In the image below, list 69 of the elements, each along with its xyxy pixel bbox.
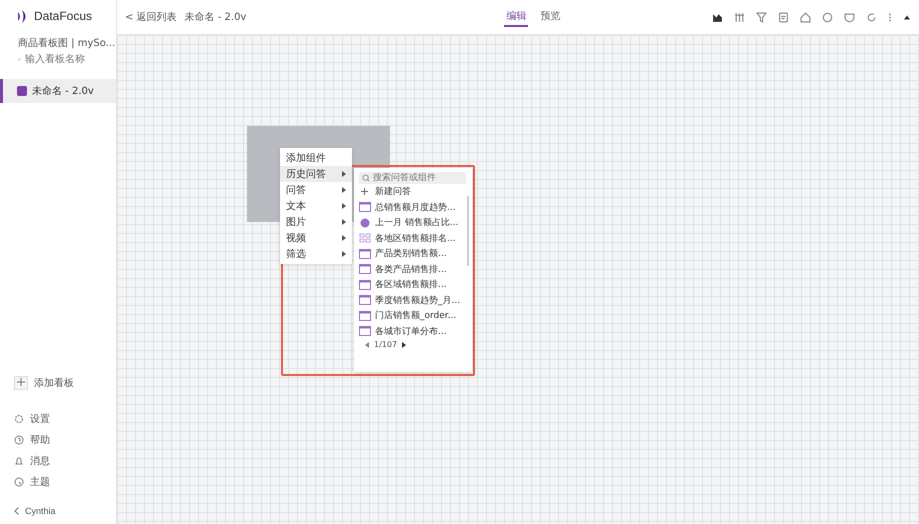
user-name: Cynthia <box>25 506 56 516</box>
sidebar-link[interactable]: 设置 <box>14 412 116 426</box>
answer-item[interactable]: 总销售额月度趋势... <box>359 200 466 215</box>
table-icon <box>359 326 371 336</box>
circle-icon[interactable] <box>822 12 833 22</box>
table-icon <box>359 310 371 321</box>
sidebar-link[interactable]: 帮助 <box>14 433 116 447</box>
mode-tab[interactable]: 编辑 <box>504 7 528 27</box>
filter-icon[interactable] <box>756 12 767 22</box>
refresh-icon[interactable] <box>866 12 877 22</box>
submenu-arrow-icon <box>342 251 346 257</box>
document-icon[interactable] <box>778 12 789 22</box>
submenu-arrow-icon <box>342 187 346 193</box>
gear-icon <box>14 414 24 424</box>
more-icon[interactable] <box>888 12 892 22</box>
menu-item[interactable]: 图片 <box>280 214 352 230</box>
table-icon <box>359 280 371 290</box>
back-link[interactable]: < 返回列表 <box>125 10 177 24</box>
answer-item[interactable]: 各区域销售额排... <box>359 277 466 292</box>
menu-item[interactable]: 筛选 <box>280 246 352 262</box>
add-icon-button[interactable] <box>14 376 28 390</box>
submenu-arrow-icon <box>342 219 346 225</box>
submenu-arrow-icon <box>342 235 346 241</box>
logo-text: DataFocus <box>34 9 92 23</box>
answer-item[interactable]: 各类产品销售排... <box>359 262 466 277</box>
columns-icon[interactable] <box>734 12 745 22</box>
menu-item[interactable]: 历史问答 <box>280 166 352 182</box>
menu-item[interactable]: 添加组件 <box>280 150 352 166</box>
answer-item[interactable]: 产品类别销售额... <box>359 246 466 262</box>
search-field[interactable]: 输入看板名称 <box>18 54 110 65</box>
search-icon <box>362 174 370 182</box>
mode-tab[interactable]: 预览 <box>538 7 562 27</box>
pie-chart-icon <box>359 218 371 228</box>
table-icon <box>359 248 371 259</box>
scrollbar <box>467 196 469 266</box>
add-dashboard-label[interactable]: 添加看板 <box>34 376 74 390</box>
new-answer-item[interactable]: 新建问答 <box>359 184 466 200</box>
table-icon <box>359 202 371 212</box>
menu-item[interactable]: 文本 <box>280 198 352 214</box>
shield-icon[interactable] <box>844 12 855 22</box>
answer-item[interactable]: 各城市订单分布... <box>359 324 466 339</box>
menu-item[interactable]: 视频 <box>280 230 352 246</box>
page-indicator: 1/107 <box>374 340 398 349</box>
dashboard-item[interactable]: 未命名 - 2.0v <box>0 79 116 103</box>
previous-page-icon[interactable] <box>365 342 369 348</box>
next-page-icon[interactable] <box>402 342 406 348</box>
sidebar-link[interactable]: 主题 <box>14 475 116 489</box>
answer-item[interactable]: 季度销售额趋势_月... <box>359 292 466 308</box>
grid-icon <box>359 233 371 244</box>
dashboard-title: 未命名 - 2.0v <box>184 10 246 24</box>
collapse-icon <box>14 507 19 515</box>
submenu-arrow-icon <box>342 203 346 209</box>
dashboard-label: 未命名 - 2.0v <box>32 84 94 98</box>
sidebar-link[interactable]: 消息 <box>14 454 116 468</box>
chart-icon[interactable] <box>712 12 723 22</box>
table-icon <box>359 295 371 306</box>
menu-item[interactable]: 问答 <box>280 182 352 198</box>
help-icon <box>14 435 24 445</box>
dashboard-icon <box>17 86 27 96</box>
project-name: 商品看板图 | mySo... <box>17 36 116 50</box>
table-icon <box>359 264 371 274</box>
answer-item[interactable]: 门店销售额_order... <box>359 308 466 324</box>
user-link[interactable]: Cynthia <box>14 506 116 516</box>
answer-item[interactable]: 各地区销售额排名... <box>359 230 466 246</box>
submenu-arrow-icon <box>342 171 346 177</box>
plus-icon <box>361 188 368 196</box>
home-icon[interactable] <box>800 12 811 22</box>
bell-icon <box>14 456 24 466</box>
answer-item[interactable]: 上一月 销售额占比... <box>359 215 466 230</box>
